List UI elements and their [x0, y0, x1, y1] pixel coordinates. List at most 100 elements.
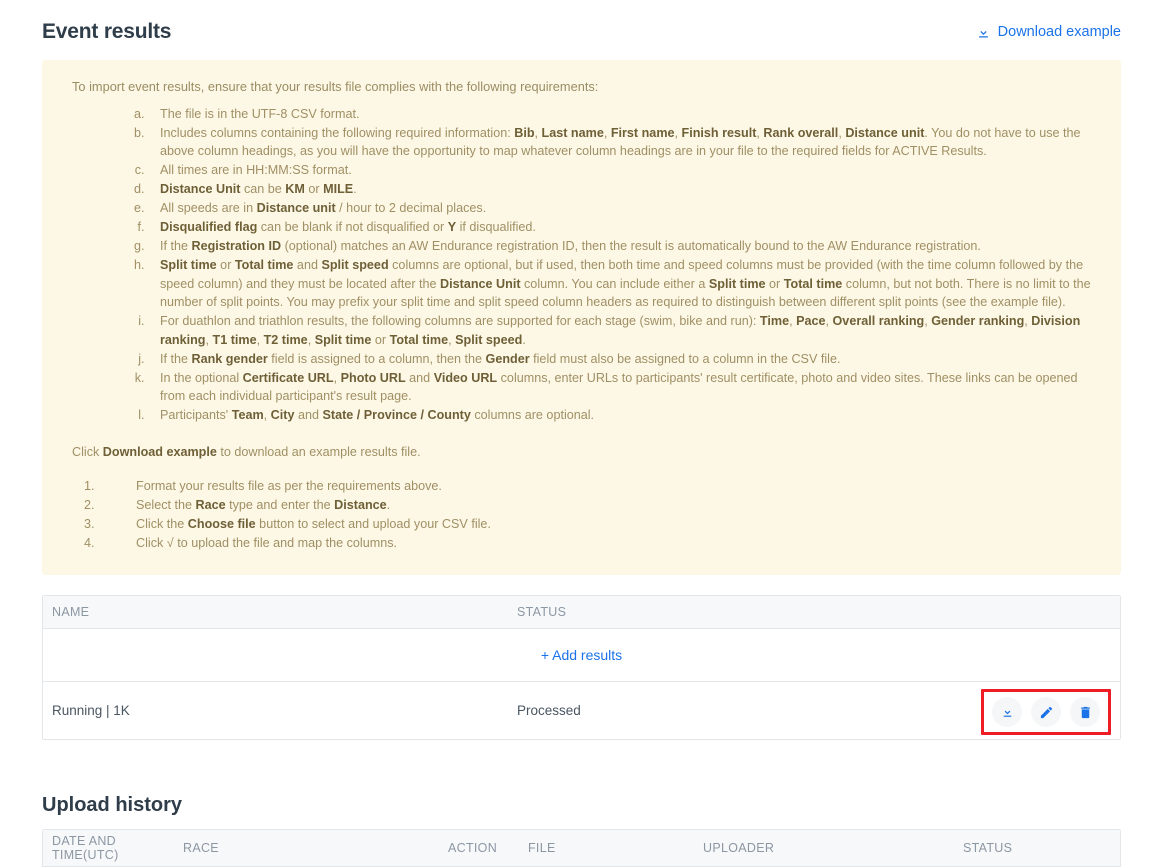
emphasis-text: First name — [610, 125, 675, 140]
requirement-item: Disqualified flag can be blank if not di… — [148, 218, 1099, 237]
body-text: , — [674, 125, 682, 140]
emphasis-text: Pace — [796, 314, 826, 328]
body-text: In the optional — [160, 370, 243, 385]
body-text: to download an example results file. — [216, 444, 421, 459]
emphasis-text: Download example — [102, 444, 217, 459]
body-text: Click √ to upload the file and map the c… — [136, 536, 398, 550]
body-text: and — [294, 408, 323, 422]
emphasis-text: Time — [759, 314, 790, 328]
row-status: Processed — [517, 703, 581, 718]
page-header: Event results Download example — [42, 0, 1121, 58]
emphasis-text: MILE — [323, 182, 354, 196]
body-text: Participants' — [160, 408, 232, 422]
delete-icon — [1078, 705, 1093, 720]
download-result-button[interactable] — [992, 697, 1022, 727]
emphasis-text: Disqualified flag — [160, 220, 258, 234]
requirement-item: Distance Unit can be KM or MILE. — [148, 180, 1099, 199]
requirement-item: If the Rank gender field is assigned to … — [148, 350, 1099, 369]
emphasis-text: Split speed — [455, 332, 523, 347]
emphasis-text: Overall ranking — [832, 314, 925, 328]
page-title: Event results — [42, 20, 172, 43]
download-example-link[interactable]: Download example — [976, 24, 1121, 40]
body-text: columns are optional. — [470, 408, 595, 422]
delete-result-button[interactable] — [1070, 697, 1100, 727]
emphasis-text: Distance — [334, 498, 387, 512]
step-item: Click the Choose file button to select a… — [98, 515, 1099, 534]
body-text: All times are in HH:MM:SS format. — [160, 163, 352, 177]
step-item: Select the Race type and enter the Dista… — [98, 496, 1099, 515]
body-text: Select the — [136, 498, 196, 512]
emphasis-text: Choose file — [187, 517, 256, 531]
upload-history-header: DATE AND TIME(UTC) RACE ACTION FILE UPLO… — [43, 830, 1120, 867]
body-text: / hour to 2 decimal places. — [335, 201, 487, 215]
column-header-uploader: UPLOADER — [703, 841, 775, 855]
body-text: Click the — [136, 517, 188, 531]
download-example-label: Download example — [997, 24, 1121, 40]
emphasis-text: Distance unit — [256, 201, 336, 215]
body-text: or — [371, 332, 390, 347]
emphasis-text: Split time — [160, 258, 217, 272]
step-item: Click √ to upload the file and map the c… — [98, 534, 1099, 553]
body-text: (optional) matches an AW Endurance regis… — [281, 239, 981, 253]
body-text: . — [386, 498, 391, 512]
emphasis-text: Rank gender — [191, 351, 268, 366]
body-text: The file is in the UTF-8 CSV format. — [160, 106, 360, 121]
body-text: type and enter the — [225, 498, 335, 512]
body-text: or — [216, 258, 235, 272]
row-actions-highlight — [981, 689, 1111, 735]
emphasis-text: Last name — [541, 125, 604, 140]
requirement-item: Split time or Total time and Split speed… — [148, 256, 1099, 312]
emphasis-text: Split speed — [321, 258, 389, 272]
requirement-item: The file is in the UTF-8 CSV format. — [148, 105, 1099, 124]
body-text: If the — [160, 239, 192, 253]
emphasis-text: Team — [231, 408, 264, 422]
download-example-instruction: Click Download example to download an ex… — [60, 443, 1099, 462]
emphasis-text: Distance unit — [845, 125, 925, 140]
body-text: field must also be assigned to a column … — [529, 351, 841, 366]
body-text: or — [765, 276, 784, 291]
requirements-list: The file is in the UTF-8 CSV format. Incl… — [60, 105, 1099, 425]
column-header-date-time: DATE AND TIME(UTC) — [52, 834, 119, 862]
upload-history-table: DATE AND TIME(UTC) RACE ACTION FILE UPLO… — [42, 829, 1121, 867]
emphasis-text: T2 time — [263, 332, 308, 347]
emphasis-text: T1 time — [212, 332, 257, 347]
steps-list: Format your results file as per the requ… — [60, 477, 1099, 553]
emphasis-text: Finish result — [681, 125, 757, 140]
body-text: Click — [72, 444, 103, 459]
emphasis-text: Rank overall — [763, 125, 839, 140]
body-text: column. You can include either a — [520, 276, 709, 291]
edit-icon — [1039, 705, 1054, 720]
body-text: Format your results file as per the requ… — [136, 479, 442, 493]
results-table-header: NAME STATUS — [43, 596, 1120, 629]
body-text: , — [333, 370, 341, 385]
body-text: , — [603, 125, 611, 140]
edit-result-button[interactable] — [1031, 697, 1061, 727]
body-text: All speeds are in — [160, 201, 257, 215]
emphasis-text: Split time — [314, 332, 372, 347]
download-icon — [976, 25, 991, 40]
table-row: Running | 1K Processed — [43, 682, 1120, 739]
requirement-item: All speeds are in Distance unit / hour t… — [148, 199, 1099, 218]
emphasis-text: Total time — [389, 332, 449, 347]
requirement-item: In the optional Certificate URL, Photo U… — [148, 369, 1099, 406]
column-header-status: STATUS — [517, 605, 567, 619]
add-results-button[interactable]: + Add results — [541, 647, 622, 663]
page-container: Event results Download example To import… — [0, 0, 1153, 867]
emphasis-text: Photo URL — [340, 370, 406, 385]
emphasis-text: Distance Unit — [440, 276, 521, 291]
column-header-status: STATUS — [963, 841, 1013, 855]
emphasis-text: Video URL — [433, 370, 498, 385]
body-text: , — [256, 332, 264, 347]
requirement-item: Participants' Team, City and State / Pro… — [148, 406, 1099, 425]
emphasis-text: Registration ID — [191, 239, 282, 253]
body-text: and — [405, 370, 434, 385]
results-table: NAME STATUS + Add results Running | 1K P… — [42, 595, 1121, 740]
emphasis-text: Bib — [514, 125, 535, 140]
body-text: , — [534, 125, 542, 140]
body-text: , — [825, 314, 833, 328]
body-text: Includes columns containing the followin… — [160, 125, 515, 140]
body-text: . — [353, 182, 357, 196]
emphasis-text: Certificate URL — [242, 370, 334, 385]
body-text: or — [304, 182, 324, 196]
emphasis-text: Race — [195, 498, 226, 512]
